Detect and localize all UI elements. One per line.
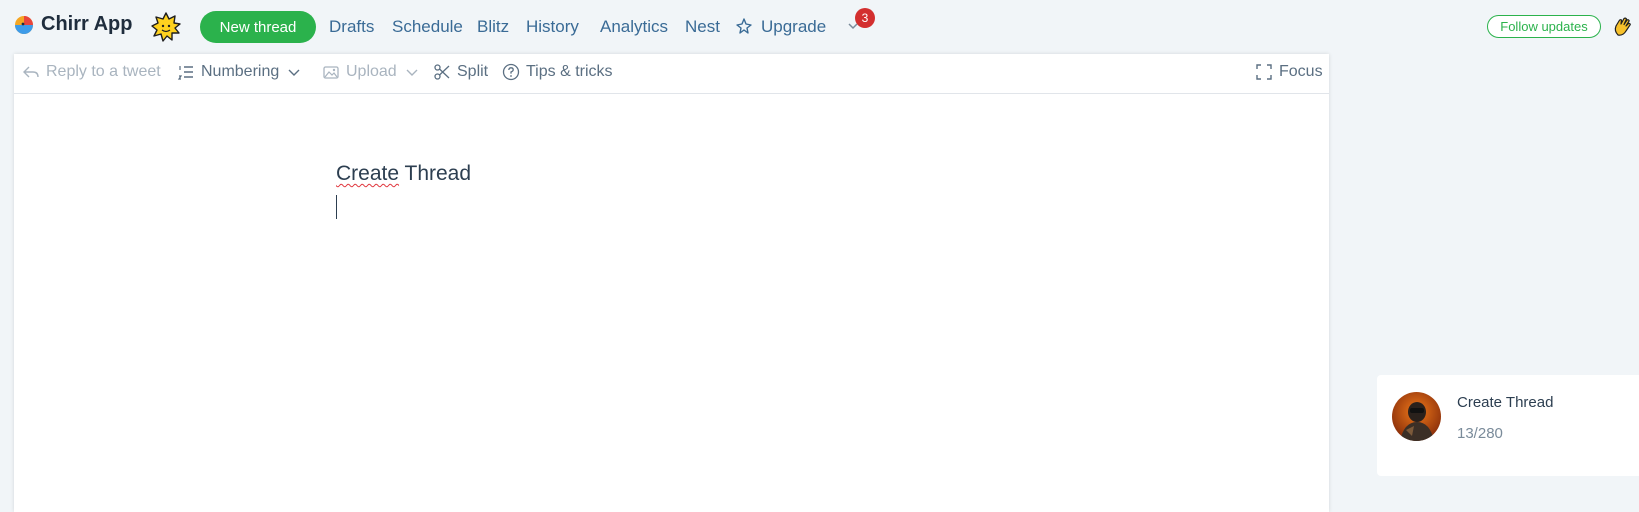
nav-history[interactable]: History	[526, 17, 579, 37]
tips-label: Tips & tricks	[526, 63, 613, 80]
tips-tricks-button[interactable]: Tips & tricks	[502, 63, 613, 81]
nav-analytics[interactable]: Analytics	[600, 17, 668, 37]
text-caret	[336, 195, 337, 219]
split-label: Split	[457, 63, 489, 80]
chevron-down-icon	[406, 69, 418, 76]
reply-label: Reply to a tweet	[46, 63, 161, 80]
thread-text-area[interactable]: Create Thread	[14, 94, 1329, 512]
reply-arrow-icon	[23, 66, 39, 78]
nav-upgrade[interactable]: Upgrade	[761, 17, 826, 37]
reply-to-tweet-button[interactable]: Reply to a tweet	[22, 63, 161, 81]
brand[interactable]: Chirr App	[14, 13, 132, 36]
chevron-down-icon	[288, 69, 300, 76]
focus-label: Focus	[1279, 63, 1323, 80]
editor-toolbar: Reply to a tweet Numbering Upload Split …	[14, 54, 1329, 94]
nav-nest[interactable]: Nest	[685, 17, 720, 37]
expand-corners-icon	[1256, 64, 1272, 80]
nav-drafts[interactable]: Drafts	[329, 17, 374, 37]
question-circle-icon	[502, 63, 520, 81]
thread-editor: Reply to a tweet Numbering Upload Split …	[14, 54, 1329, 512]
preview-tweet-text: Create Thread	[1457, 394, 1554, 411]
notification-badge[interactable]: 3	[855, 8, 875, 28]
follow-updates-button[interactable]: Follow updates	[1487, 15, 1601, 38]
numbering-label: Numbering	[201, 63, 280, 80]
image-upload-icon	[323, 66, 339, 79]
upload-label: Upload	[346, 63, 397, 80]
app-name: Chirr App	[41, 13, 133, 35]
numbering-dropdown[interactable]: Numbering	[177, 63, 301, 81]
thread-word: Thread	[404, 162, 472, 185]
numbered-list-icon	[177, 66, 193, 80]
upload-dropdown[interactable]: Upload	[322, 63, 419, 81]
nav-schedule[interactable]: Schedule	[392, 17, 463, 37]
star-sparkle-icon	[736, 18, 752, 34]
new-thread-button[interactable]: New thread	[200, 11, 316, 43]
scissors-icon	[434, 64, 450, 80]
avatar	[1392, 392, 1441, 441]
thread-text-line: Create Thread	[336, 162, 471, 186]
character-count: 13/280	[1457, 425, 1503, 442]
nav-blitz[interactable]: Blitz	[477, 17, 509, 37]
sun-badge-icon[interactable]	[151, 12, 181, 42]
focus-mode-button[interactable]: Focus	[1255, 63, 1323, 81]
top-navigation: Chirr App New thread Drafts Schedule Bli…	[0, 0, 1639, 52]
split-button[interactable]: Split	[433, 63, 488, 81]
waving-hand-icon[interactable]	[1612, 15, 1634, 37]
tweet-preview-card[interactable]: Create Thread 13/280	[1377, 375, 1639, 476]
misspelled-word: Create	[336, 162, 400, 185]
chirr-logo-icon	[15, 15, 33, 34]
